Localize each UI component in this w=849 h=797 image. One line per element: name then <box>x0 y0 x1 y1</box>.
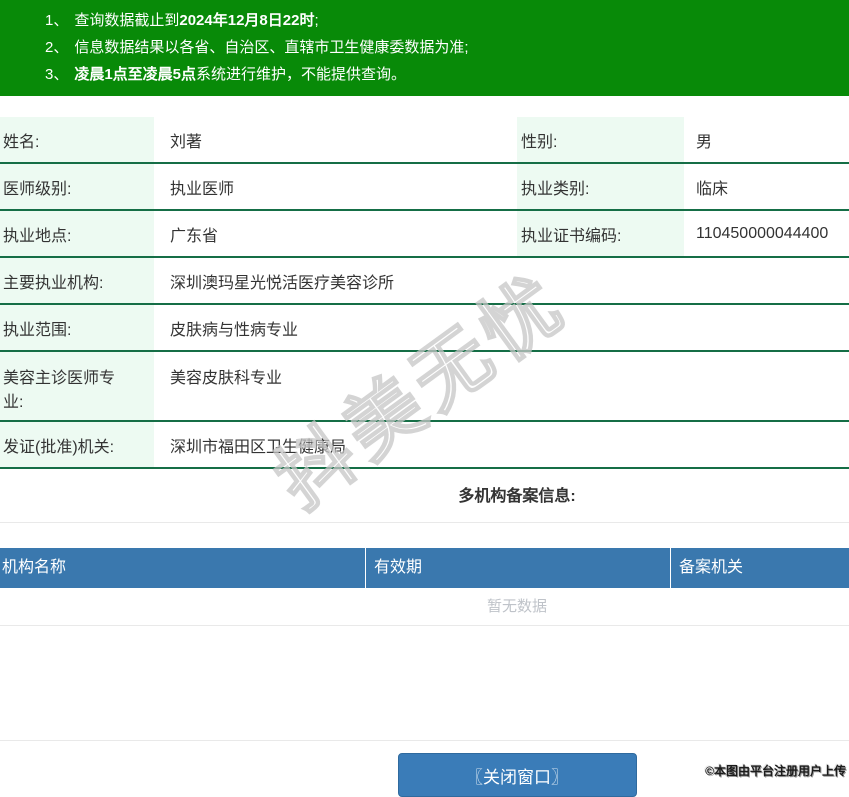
notice-text: ; <box>314 12 319 29</box>
filing-section-title: 多机构备案信息: <box>0 482 849 523</box>
gender-label: 性别: <box>517 117 684 162</box>
issuing-authority-value: 深圳市福田区卫生健康局 <box>170 438 347 456</box>
table-row: 姓名: 刘著 性别: 男 <box>0 117 849 164</box>
table-row: 医师级别: 执业医师 执业类别: 临床 <box>0 164 849 211</box>
close-window-button[interactable]: 〖关闭窗口〗 <box>397 753 637 797</box>
notice-text: 系统进行维护，不能提供查询。 <box>196 66 407 83</box>
practice-scope-label: 执业范围: <box>0 305 154 350</box>
practitioner-info-table: 姓名: 刘著 性别: 男 医师级别: 执业医师 执业类别: 临床 执业地点: 广… <box>0 117 849 469</box>
query-result-page: 1、 查询数据截止到2024年12月8日22时; 2、 信息数据结果以各省、自治区、… <box>0 0 849 797</box>
cosmetic-specialty-value: 美容皮肤科专业 <box>170 370 283 387</box>
issuing-authority-label: 发证(批准)机关: <box>0 422 154 467</box>
doctor-level-label: 医师级别: <box>0 164 154 209</box>
footer-divider <box>0 740 849 741</box>
empty-data-text: 暂无数据 <box>0 588 849 626</box>
practice-category-value: 临床 <box>696 180 729 198</box>
practice-location-value: 广东省 <box>170 227 219 245</box>
notice-text-bold: 2024年12月8日22时 <box>179 12 315 29</box>
main-organization-label: 主要执业机构: <box>0 258 154 303</box>
practice-scope-value: 皮肤病与性病专业 <box>170 321 299 339</box>
certificate-number-label: 执业证书编码: <box>517 211 684 256</box>
practice-location-label: 执业地点: <box>0 211 154 256</box>
notice-number: 2、 <box>45 39 69 56</box>
practice-category-label: 执业类别: <box>517 164 684 209</box>
notice-number: 1、 <box>45 12 69 29</box>
notice-text-bold: 凌晨1点至凌晨5点 <box>74 66 197 83</box>
column-header-institution: 机构名称 <box>2 559 67 576</box>
column-header-validity: 有效期 <box>365 548 670 588</box>
doctor-level-value: 执业医师 <box>170 180 235 198</box>
table-row: 执业地点: 广东省 执业证书编码: 110450000044400 <box>0 211 849 258</box>
filing-table-header: 机构名称 有效期 备案机关 <box>0 548 849 588</box>
notice-line-2: 2、 信息数据结果以各省、自治区、直辖市卫生健康委数据为准; <box>45 34 849 61</box>
notice-line-1: 1、 查询数据截止到2024年12月8日22时; <box>45 7 849 34</box>
table-row: 美容主诊医师专业: 美容皮肤科专业 <box>0 352 849 422</box>
cosmetic-specialty-label: 美容主诊医师专业: <box>0 352 154 420</box>
name-value: 刘著 <box>170 133 203 151</box>
notice-line-3: 3、 凌晨1点至凌晨5点系统进行维护，不能提供查询。 <box>45 61 849 88</box>
table-row: 主要执业机构: 深圳澳玛星光悦活医疗美容诊所 <box>0 258 849 305</box>
notice-number: 3、 <box>45 66 69 83</box>
name-label: 姓名: <box>0 117 154 162</box>
column-header-authority: 备案机关 <box>670 548 849 588</box>
table-row: 执业范围: 皮肤病与性病专业 <box>0 305 849 352</box>
notice-banner: 1、 查询数据截止到2024年12月8日22时; 2、 信息数据结果以各省、自治区、… <box>0 0 849 96</box>
certificate-number-value: 110450000044400 <box>696 224 829 242</box>
main-organization-value: 深圳澳玛星光悦活医疗美容诊所 <box>170 274 395 292</box>
copyright-watermark: ©本图由平台注册用户上传 <box>705 764 846 778</box>
notice-text: 信息数据结果以各省、自治区、直辖市卫生健康委数据为准; <box>74 39 469 56</box>
notice-text: 查询数据截止到 <box>74 12 180 29</box>
table-row: 发证(批准)机关: 深圳市福田区卫生健康局 <box>0 422 849 469</box>
gender-value: 男 <box>696 133 713 151</box>
